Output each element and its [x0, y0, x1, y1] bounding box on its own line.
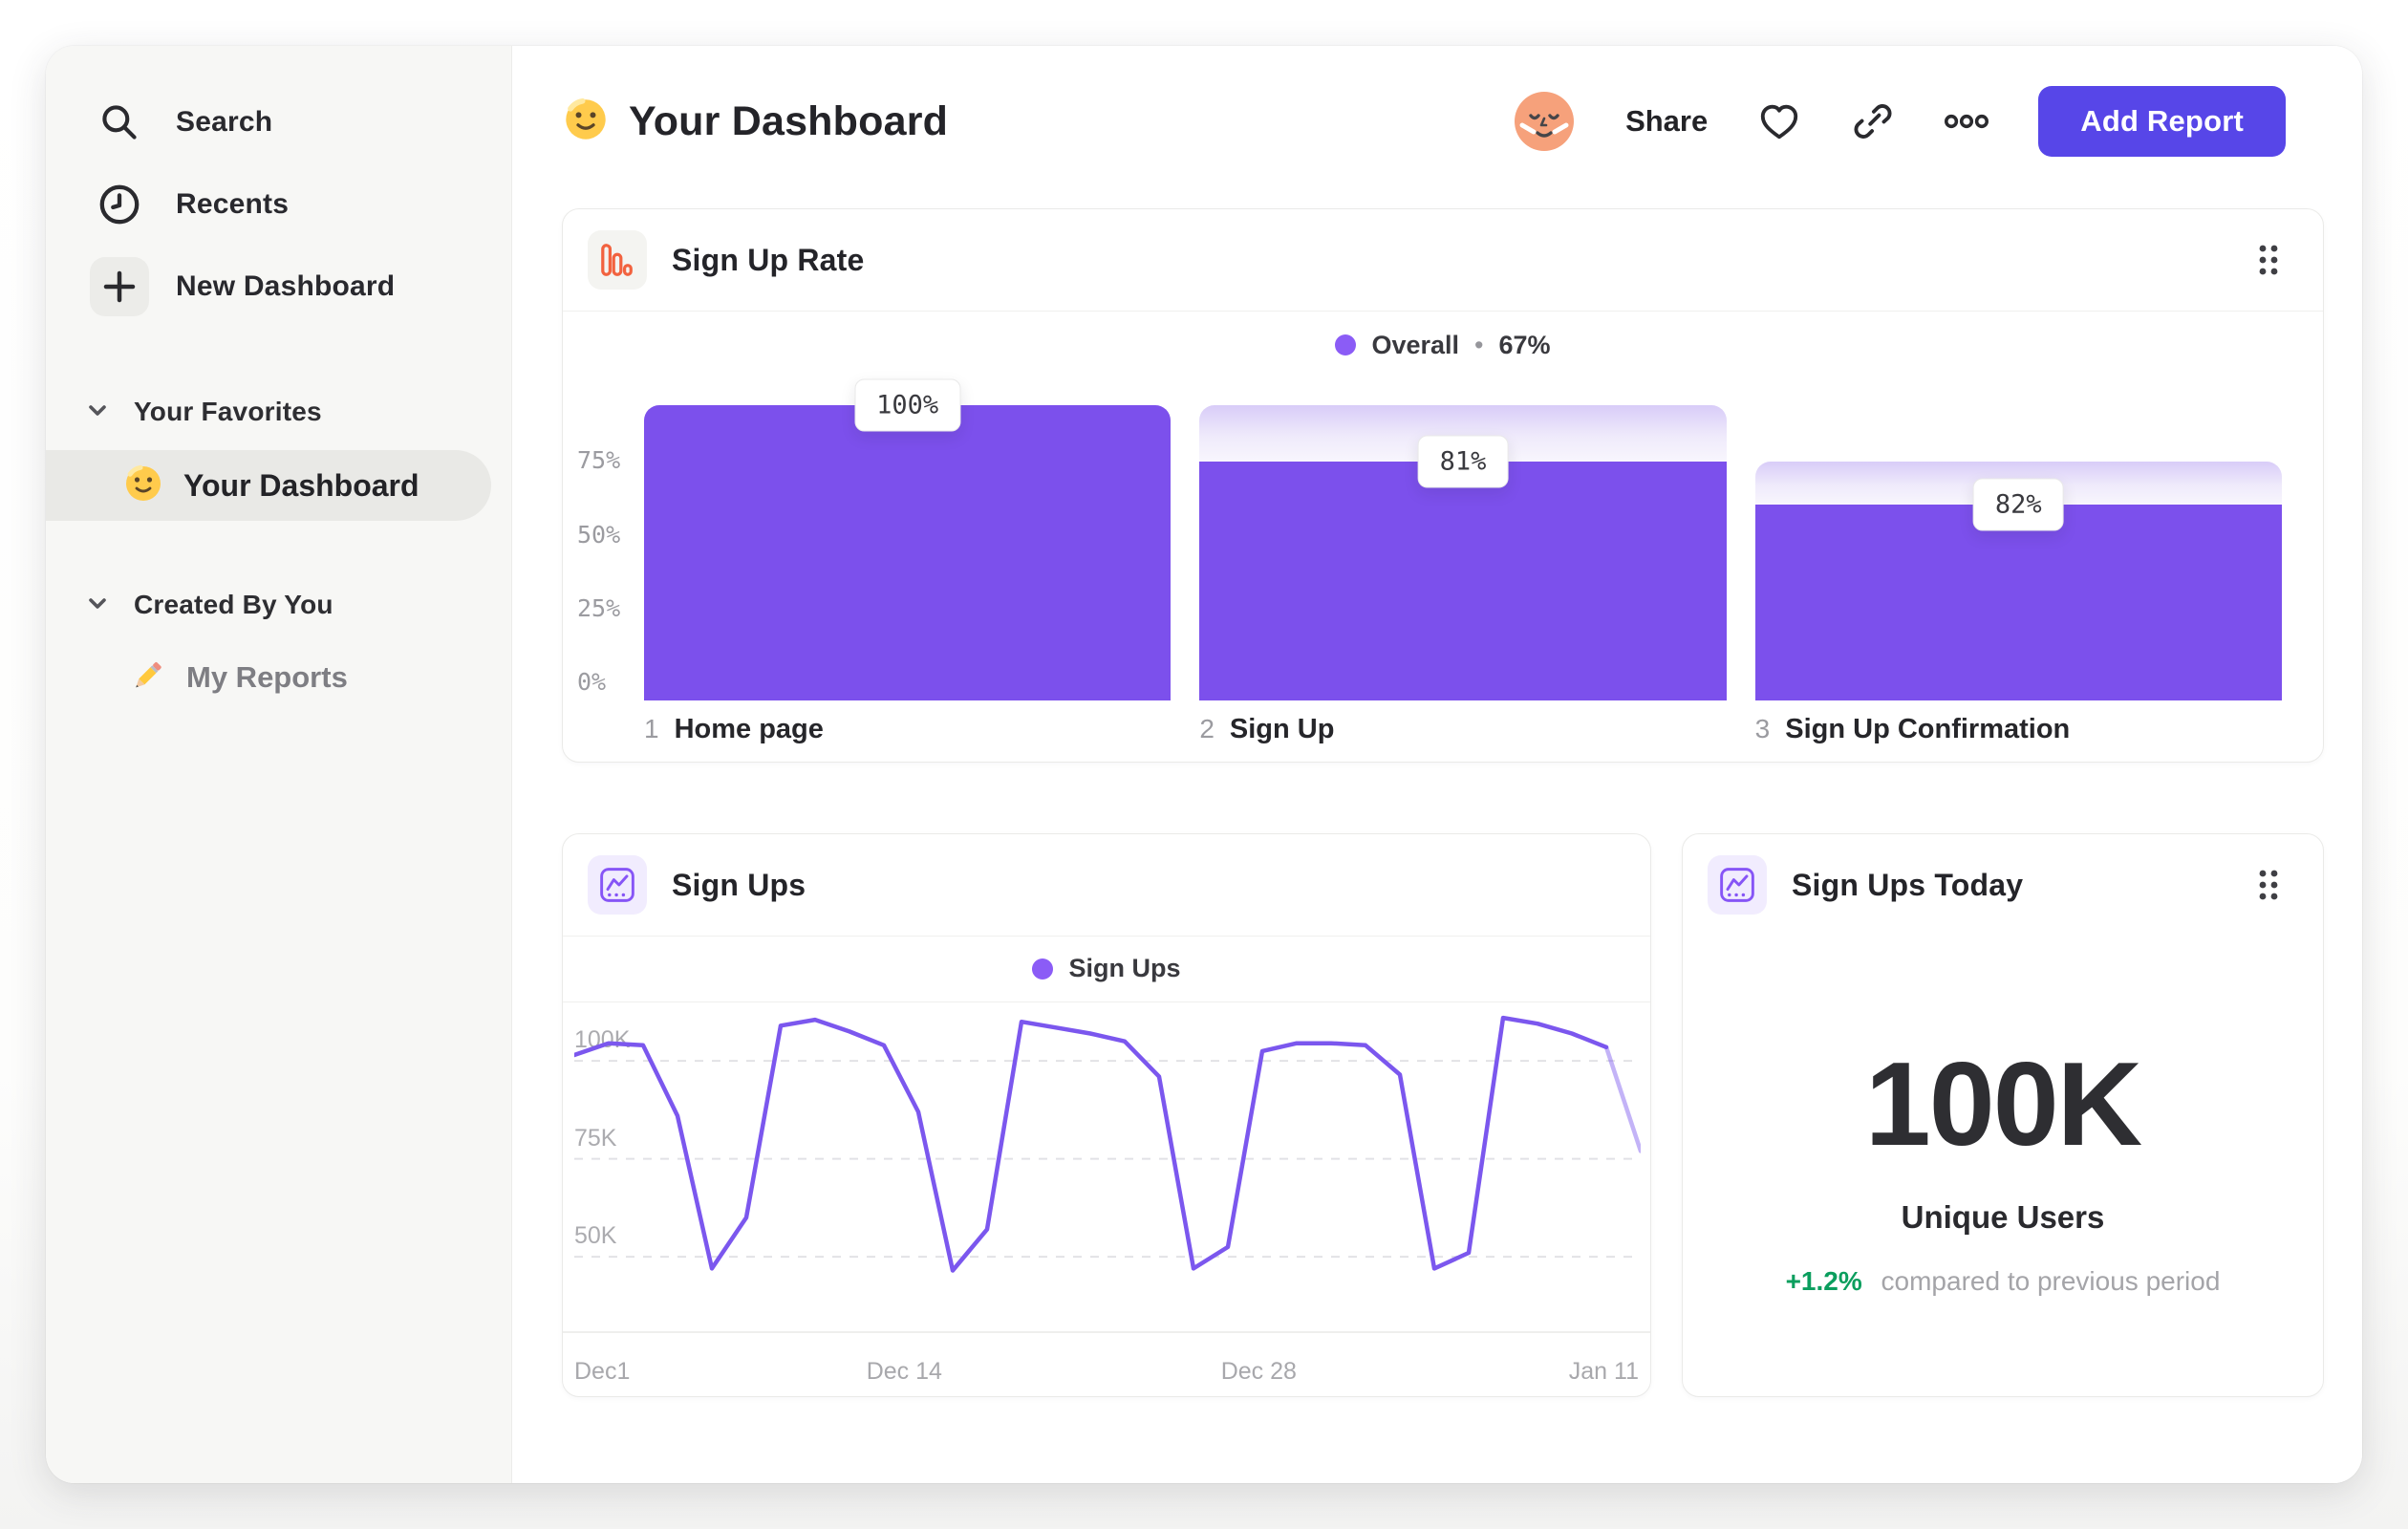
funnel-bars: 100% 81% 82%: [644, 378, 2282, 700]
stat-delta-row: +1.2% compared to previous period: [1683, 1266, 2323, 1297]
funnel-y-tick: 75%: [577, 446, 621, 475]
page-header: Your Dashboard Share Add Report: [564, 86, 2324, 157]
add-report-button[interactable]: Add Report: [2038, 86, 2286, 157]
funnel-legend: Overall • 67%: [563, 311, 2323, 379]
smiley-emoji: [564, 97, 608, 146]
step-index: 3: [1754, 714, 1771, 743]
step-index: 2: [1199, 714, 1215, 743]
app-window: Search Recents New Dashboard Your Favori…: [46, 46, 2362, 1483]
share-button[interactable]: Share: [1625, 104, 1708, 139]
card-title: Sign Up Rate: [672, 242, 865, 277]
funnel-y-tick: 50%: [577, 520, 621, 549]
sidebar-item-your-dashboard[interactable]: Your Dashboard: [46, 450, 491, 521]
card-title: Sign Ups: [672, 867, 806, 902]
legend-series-label: Sign Ups: [1068, 954, 1181, 982]
stat-value: 100K: [1864, 1039, 2142, 1171]
line-x-tick: Dec 14: [866, 1358, 942, 1385]
section-created-by-you[interactable]: Created By You: [46, 574, 511, 635]
stat-delta: +1.2%: [1785, 1266, 1862, 1296]
chevron-down-icon: [86, 592, 109, 619]
conversion-tooltip: 100%: [854, 378, 961, 432]
line-x-tick: Jan 11: [1568, 1358, 1639, 1385]
funnel-bar-fill: [1754, 504, 2282, 700]
line-series: [1603, 1044, 1641, 1153]
link-icon[interactable]: [1851, 99, 1895, 143]
sidebar-item-label: New Dashboard: [176, 270, 396, 302]
sidebar-item-my-reports[interactable]: My Reports: [46, 642, 511, 713]
pencil-emoji: [129, 657, 165, 699]
sidebar: Search Recents New Dashboard Your Favori…: [46, 46, 512, 1483]
funnel-y-tick: 0%: [577, 668, 607, 696]
sidebar-item-label: My Reports: [186, 660, 348, 694]
drag-handle-icon[interactable]: [2256, 867, 2281, 903]
more-options-icon[interactable]: [1945, 99, 1989, 143]
funnel-step-label: 2 Sign Up: [1199, 714, 1726, 745]
conversion-tooltip: 82%: [1972, 478, 2064, 531]
funnel-bar-fill: [644, 405, 1172, 700]
chevron-down-icon: [86, 398, 109, 426]
sign-ups-card: Sign Ups Sign Ups 100K 75K 50K Dec1 Dec 14 D…: [562, 833, 1651, 1397]
bar-chart-icon: [588, 230, 647, 290]
funnel-step-labels: 1 Home page 2 Sign Up 3 Sign Up Confirmation: [644, 714, 2282, 745]
sidebar-item-recents[interactable]: Recents: [46, 163, 511, 246]
funnel-bar: 100%: [644, 378, 1172, 700]
search-icon: [90, 93, 149, 152]
smiley-emoji: [124, 464, 162, 507]
line-plot: [574, 1015, 1641, 1273]
sidebar-item-search[interactable]: Search: [46, 81, 511, 163]
sidebar-item-label: Your Dashboard: [183, 467, 419, 503]
funnel-bar: 82%: [1754, 405, 2282, 700]
line-chart-icon: [1708, 855, 1767, 915]
drag-handle-icon[interactable]: [2256, 242, 2281, 278]
legend-dot: [1335, 334, 1357, 355]
step-name: Sign Up: [1229, 714, 1335, 744]
sidebar-item-new-dashboard[interactable]: New Dashboard: [46, 246, 511, 328]
sidebar-item-label: Search: [176, 106, 273, 138]
sign-up-rate-card: Sign Up Rate Overall • 67% 75% 50% 25% 0% 1…: [562, 208, 2324, 763]
line-legend: Sign Ups: [563, 936, 1650, 1002]
main-content: Your Dashboard Share Add Report Sign Up …: [512, 46, 2362, 1483]
step-name: Sign Up Confirmation: [1785, 714, 2071, 744]
stat-delta-caption: compared to previous period: [1881, 1266, 2221, 1296]
legend-series-label: Overall: [1371, 330, 1460, 359]
sidebar-item-label: Recents: [176, 188, 290, 220]
line-x-tick: Dec 28: [1220, 1358, 1297, 1385]
step-index: 1: [644, 714, 659, 743]
step-name: Home page: [674, 714, 824, 744]
funnel-step-label: 1 Home page: [644, 714, 1171, 745]
card-title: Sign Ups Today: [1792, 867, 2024, 902]
funnel-bar: 81%: [1199, 405, 1727, 700]
clock-icon: [90, 175, 149, 234]
legend-value: 67%: [1498, 330, 1551, 359]
legend-separator: •: [1474, 330, 1484, 359]
plus-icon: [90, 257, 149, 316]
x-axis-line: [563, 1331, 1650, 1333]
line-x-axis: Dec1 Dec 14 Dec 28 Jan 11: [574, 1358, 1639, 1389]
funnel-y-tick: 25%: [577, 593, 621, 622]
stat-metric-label: Unique Users: [1901, 1199, 2105, 1235]
section-your-favorites[interactable]: Your Favorites: [46, 381, 511, 442]
legend-dot: [1032, 958, 1054, 980]
sign-ups-today-card: Sign Ups Today 100K Unique Users +1.2% c…: [1682, 833, 2324, 1397]
line-x-tick: Dec1: [574, 1358, 631, 1385]
line-chart-icon: [588, 855, 647, 915]
heart-icon[interactable]: [1757, 99, 1801, 143]
section-label: Your Favorites: [134, 397, 322, 426]
line-series: [574, 1015, 1609, 1273]
section-label: Created By You: [134, 590, 333, 619]
avatar[interactable]: [1513, 90, 1576, 153]
funnel-step-label: 3 Sign Up Confirmation: [1755, 714, 2282, 745]
page-title: Your Dashboard: [629, 97, 949, 144]
funnel-bar-fill: [1199, 461, 1727, 700]
conversion-tooltip: 81%: [1417, 435, 1509, 488]
